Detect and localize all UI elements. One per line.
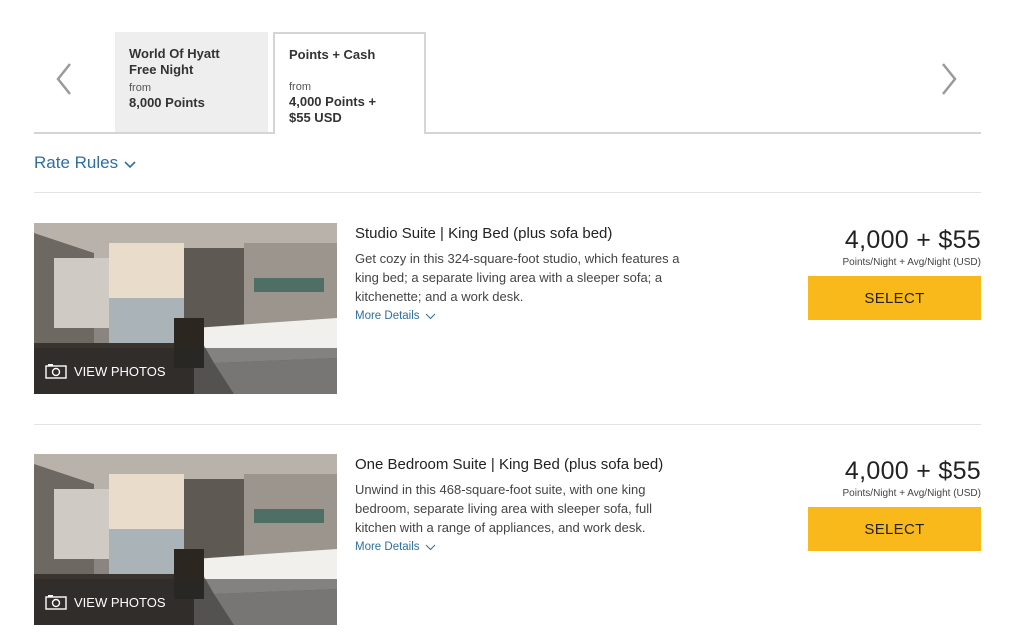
tab-points-cash-price-line2: $55 USD (289, 110, 342, 125)
camera-icon (45, 364, 67, 379)
chevron-down-icon (124, 160, 136, 168)
room-card: VIEW PHOTOS Studio Suite | King Bed (plu… (34, 223, 981, 394)
divider (34, 424, 981, 425)
room-description-line: bedroom, separate living area with sleep… (355, 501, 652, 516)
room-description-line: Get cozy in this 324-square-foot studio,… (355, 251, 680, 266)
tab-free-night-from: from (129, 82, 151, 94)
room-description-line: kitchenette; and a work desk. (355, 289, 524, 304)
rate-rules-label: Rate Rules (34, 153, 119, 172)
select-button[interactable]: SELECT (808, 507, 981, 551)
more-details-link[interactable]: More Details (355, 310, 436, 322)
view-photos-button[interactable]: VIEW PHOTOS (34, 348, 337, 394)
price-amount: 4,000 + $55 (844, 457, 981, 485)
tabs-baseline (34, 132, 981, 134)
room-price: 4,000 + $55 Points/Night + Avg/Night (US… (801, 223, 981, 320)
select-button[interactable]: SELECT (808, 276, 981, 320)
divider (34, 192, 981, 193)
view-photos-label: VIEW PHOTOS (74, 594, 166, 610)
tab-points-cash-from: from (289, 81, 311, 93)
price-unit: Points/Night + Avg/Night (USD) (842, 488, 982, 499)
chevron-down-icon (425, 313, 435, 319)
more-details-label: More Details (355, 541, 420, 553)
room-photo[interactable]: VIEW PHOTOS (34, 223, 337, 394)
tab-free-night[interactable]: World Of Hyatt Free Night from 8,000 Poi… (115, 32, 268, 133)
chevron-down-icon (425, 544, 435, 550)
prev-tabs-button[interactable] (50, 60, 80, 98)
tab-free-night-price: 8,000 Points (129, 95, 205, 110)
room-description-line: Unwind in this 468-square-foot suite, wi… (355, 482, 646, 497)
tab-points-cash-title: Points + Cash (289, 47, 376, 62)
chevron-right-icon (942, 63, 957, 95)
room-name: One Bedroom Suite | King Bed (plus sofa … (355, 456, 664, 473)
room-photo[interactable]: VIEW PHOTOS (34, 454, 337, 625)
price-amount: 4,000 + $55 (844, 226, 981, 254)
more-details-label: More Details (355, 310, 420, 322)
tab-free-night-title-line2: Free Night (129, 62, 194, 77)
room-description: Unwind in this 468-square-foot suite, wi… (355, 480, 730, 537)
room-card: VIEW PHOTOS One Bedroom Suite | King Bed… (34, 454, 981, 625)
room-description-line: kitchen with a range of appliances, and … (355, 520, 646, 535)
rate-rules-toggle[interactable]: Rate Rules (34, 153, 136, 173)
room-info: One Bedroom Suite | King Bed (plus sofa … (355, 454, 730, 555)
price-unit: Points/Night + Avg/Night (USD) (842, 257, 982, 268)
chevron-left-icon (56, 63, 71, 95)
more-details-link[interactable]: More Details (355, 541, 436, 553)
room-info: Studio Suite | King Bed (plus sofa bed) … (355, 223, 730, 324)
next-tabs-button[interactable] (933, 60, 963, 98)
view-photos-label: VIEW PHOTOS (74, 363, 166, 379)
room-description: Get cozy in this 324-square-foot studio,… (355, 249, 730, 306)
tab-points-cash-price: 4,000 Points + (289, 94, 377, 109)
room-description-line: king bed; a separate living area with a … (355, 270, 663, 285)
room-price: 4,000 + $55 Points/Night + Avg/Night (US… (801, 454, 981, 551)
camera-icon (45, 595, 67, 610)
tab-free-night-title: World Of Hyatt (129, 46, 220, 61)
tab-points-cash[interactable]: Points + Cash from 4,000 Points + $55 US… (273, 32, 426, 134)
room-name: Studio Suite | King Bed (plus sofa bed) (355, 225, 613, 242)
rate-tabs: World Of Hyatt Free Night from 8,000 Poi… (34, 32, 981, 134)
view-photos-button[interactable]: VIEW PHOTOS (34, 579, 337, 625)
